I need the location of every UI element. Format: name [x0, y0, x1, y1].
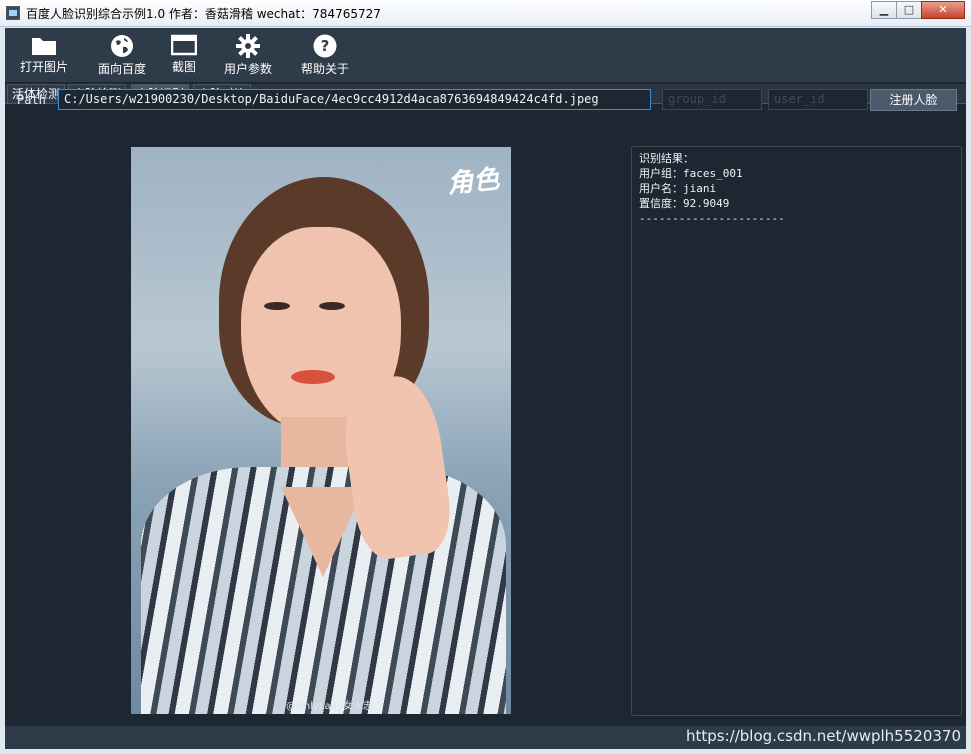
result-line: 识别结果： [639, 152, 694, 165]
face-image: 角色 @OnlyLady女人志 [131, 147, 511, 714]
group-id-input[interactable]: group_id [662, 89, 762, 110]
window-controls: ▁ □ ✕ [871, 1, 965, 19]
minimize-button[interactable]: ▁ [871, 1, 897, 19]
globe-icon [111, 35, 133, 57]
result-line: 用户名：jiani [639, 182, 717, 195]
screenshot-button[interactable]: 截图 [165, 34, 203, 75]
folder-icon [32, 38, 56, 55]
user-settings-button[interactable]: 用户参数 [219, 34, 277, 77]
image-watermark: @OnlyLady女人志 [286, 701, 373, 712]
close-button[interactable]: ✕ [921, 1, 965, 19]
app-window: 百度人脸识别综合示例1.0 作者：香菇滑稽 wechat：784765727 ▁… [0, 0, 971, 754]
minimize-icon: ▁ [879, 3, 889, 16]
image-logo: 角色 [445, 164, 501, 200]
result-line: 用户组：faces_001 [639, 167, 743, 180]
open-image-button[interactable]: 打开图片 [15, 34, 73, 75]
maximize-icon: □ [903, 3, 915, 16]
result-panel[interactable]: 识别结果： 用户组：faces_001 用户名：jiani 置信度：92.904… [631, 146, 962, 716]
help-about-button[interactable]: ? 帮助关于 [296, 34, 354, 77]
register-face-button[interactable]: 注册人脸 [870, 89, 957, 111]
app-icon [6, 6, 20, 20]
gear-icon [236, 34, 260, 58]
image-eye-left [264, 302, 290, 310]
path-input[interactable]: C:/Users/w21900230/Desktop/BaiduFace/4ec… [58, 89, 651, 110]
result-line: 置信度：92.9049 [639, 197, 730, 210]
help-about-label: 帮助关于 [300, 62, 349, 76]
user-settings-label: 用户参数 [223, 62, 272, 76]
open-image-label: 打开图片 [19, 60, 68, 74]
maximize-button[interactable]: □ [896, 1, 922, 19]
window-title: 百度人脸识别综合示例1.0 作者：香菇滑稽 wechat：784765727 [26, 7, 381, 21]
image-lips [291, 370, 335, 384]
svg-text:?: ? [321, 37, 330, 55]
result-line: ---------------------- [639, 212, 785, 225]
close-icon: ✕ [938, 3, 948, 16]
screenshot-label: 截图 [171, 60, 196, 74]
path-label: Path [17, 93, 46, 107]
toolbar: 打开图片 面向百度 截图 用户参数 ? 帮助关于 [5, 28, 966, 82]
footer-watermark: https://blog.csdn.net/wwplh5520370 [686, 727, 961, 745]
baidu-label: 面向百度 [97, 62, 146, 76]
image-eye-right [319, 302, 345, 310]
help-icon: ? [313, 34, 337, 58]
user-id-input[interactable]: user_id [768, 89, 868, 110]
title-bar: 百度人脸识别综合示例1.0 作者：香菇滑稽 wechat：784765727 ▁… [0, 0, 971, 27]
baidu-button[interactable]: 面向百度 [93, 34, 151, 77]
window-icon [171, 34, 197, 56]
